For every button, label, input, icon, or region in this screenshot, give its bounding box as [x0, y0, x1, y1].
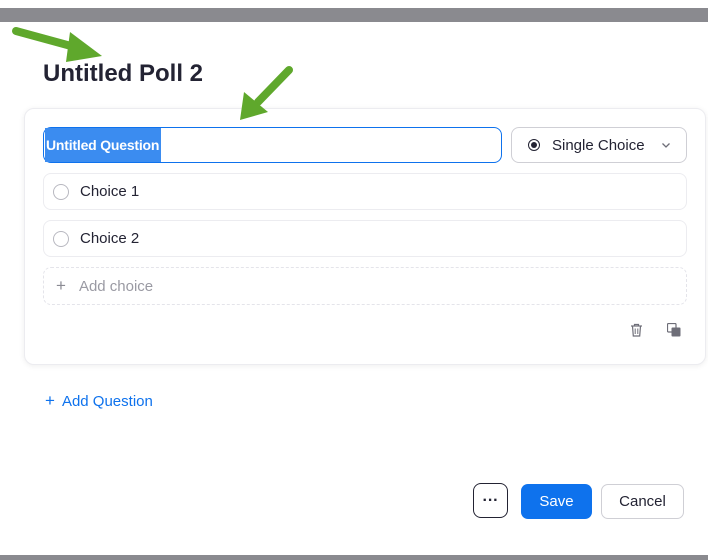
chevron-down-icon: [662, 143, 670, 148]
add-choice-label: Add choice: [78, 277, 154, 295]
window-bottom-bar: [0, 555, 708, 560]
plus-icon: +: [45, 391, 55, 410]
question-text-selected: Untitled Question: [45, 128, 162, 162]
add-choice-button[interactable]: + Add choice: [43, 267, 687, 305]
choice-2-field[interactable]: Choice 2: [43, 220, 687, 257]
window-top-bar: [0, 8, 708, 22]
cancel-button[interactable]: Cancel: [601, 484, 684, 519]
copy-icon[interactable]: [667, 323, 681, 337]
radio-unselected-icon: [53, 183, 69, 200]
more-options-button[interactable]: ···: [473, 483, 508, 518]
plus-icon: +: [56, 276, 66, 295]
choice-2-label: Choice 2: [80, 230, 140, 247]
radio-unselected-icon: [53, 230, 69, 247]
save-button[interactable]: Save: [521, 484, 592, 519]
add-question-button[interactable]: + Add Question: [45, 391, 153, 411]
choice-1-field[interactable]: Choice 1: [43, 173, 687, 210]
radio-selected-icon: [528, 139, 540, 151]
poll-title[interactable]: Untitled Poll 2: [43, 60, 203, 88]
question-type-label: Single Choice: [552, 136, 645, 154]
trash-icon[interactable]: [630, 323, 643, 337]
add-question-label: Add Question: [61, 392, 153, 410]
choice-1-label: Choice 1: [80, 183, 140, 200]
question-input[interactable]: Untitled Question: [43, 127, 502, 163]
question-type-select[interactable]: Single Choice: [511, 127, 687, 163]
